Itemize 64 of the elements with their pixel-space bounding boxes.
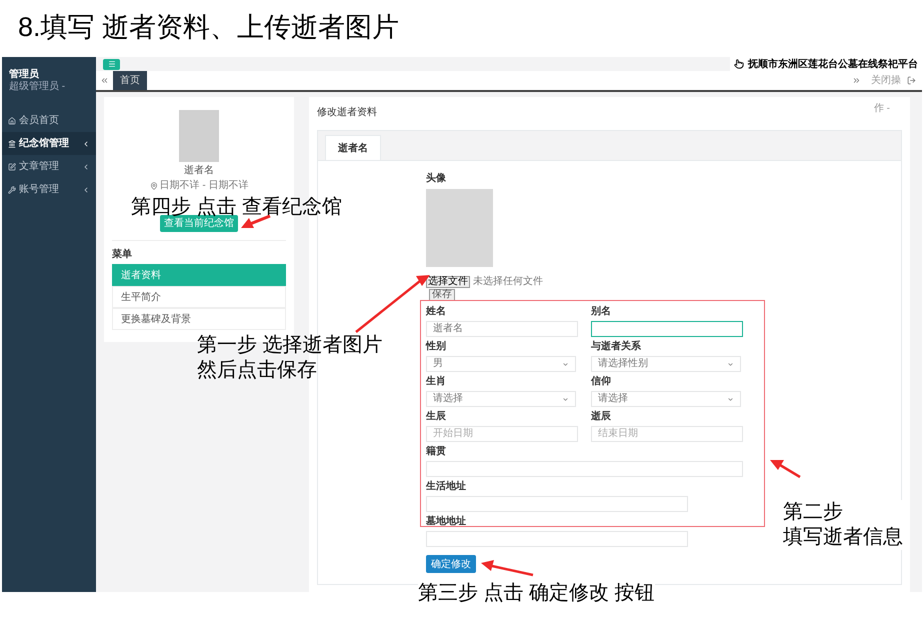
site-title: 抚顺市东洲区莲花台公墓在线祭祀平台	[748, 57, 918, 72]
photo-placeholder	[179, 110, 219, 162]
field-label: 墓地地址	[426, 516, 467, 528]
panel-title: 修改逝者资料	[317, 106, 377, 120]
select-field[interactable]: 请选择	[591, 391, 741, 407]
scroll-left-icon[interactable]	[100, 76, 109, 85]
caret-icon	[727, 360, 734, 368]
field-label: 别名	[591, 306, 612, 318]
form-tab[interactable]: 逝者名	[325, 135, 381, 160]
date-input[interactable]: 结束日期	[591, 426, 743, 442]
field-label: 性别	[426, 341, 447, 353]
field-label: 籍贯	[426, 446, 447, 458]
annotation-text: 第三步 点击 确定修改 按钮	[418, 581, 655, 606]
caret-icon	[562, 396, 569, 402]
select-field[interactable]: 请选择性别	[591, 356, 741, 372]
sidebar-item[interactable]: 会员首页	[2, 109, 96, 132]
page-tab[interactable]: 首页	[113, 71, 147, 90]
actions-dropdown[interactable]: 作 -	[874, 101, 890, 120]
annotation-text: 第一步 选择逝者图片	[197, 333, 383, 358]
pointer-hand-icon	[734, 59, 744, 69]
menu-toggle-button[interactable]	[103, 58, 120, 70]
pointer-arrow	[481, 560, 534, 576]
field-label: 生肖	[426, 376, 447, 388]
pointer-arrow	[770, 460, 801, 478]
select-field[interactable]: 男	[426, 356, 576, 372]
sidebar-item[interactable]: 纪念馆管理	[2, 132, 96, 155]
field-label: 姓名	[426, 306, 447, 318]
field-label: 逝辰	[591, 411, 612, 423]
page-heading: 8.填写 逝者资料、上传逝者图片	[18, 12, 400, 42]
avatar-label: 头像	[426, 172, 447, 186]
location-pin-icon	[150, 182, 158, 190]
file-status: 未选择任何文件	[473, 277, 543, 287]
pointer-arrow	[241, 214, 271, 228]
sidebar-item[interactable]: 账号管理	[2, 178, 96, 201]
view-memorial-button[interactable]: 查看当前纪念馆	[160, 215, 238, 232]
exit-icon[interactable]	[907, 76, 916, 85]
text-input[interactable]	[591, 321, 743, 337]
menu-title: 菜单	[112, 248, 132, 262]
field-label: 信仰	[591, 376, 612, 388]
caret-icon	[562, 360, 569, 368]
deceased-name: 逝者名	[184, 164, 214, 178]
field-label: 与逝者关系	[591, 341, 642, 353]
choose-file-button[interactable]: 选择文件	[426, 276, 470, 288]
close-tabs-link[interactable]: 关闭操	[871, 73, 901, 88]
annotation-text: 第四步 点击 查看纪念馆	[131, 195, 342, 218]
menu-item[interactable]: 生平简介	[112, 286, 286, 308]
menu-item[interactable]: 逝者资料	[112, 264, 286, 286]
sidebar-item[interactable]: 文章管理	[2, 155, 96, 178]
user-role: 超级管理员 -	[9, 81, 66, 93]
date-range: 日期不详 - 日期不详	[160, 178, 248, 193]
user-name: 管理员	[9, 69, 40, 80]
text-input[interactable]: 逝者名	[426, 321, 578, 337]
date-input[interactable]: 开始日期	[426, 426, 578, 442]
menu-item[interactable]: 更换墓碑及背景	[112, 308, 286, 330]
confirm-edit-button[interactable]: 确定修改	[426, 555, 476, 573]
caret-icon	[727, 396, 734, 402]
annotation-text: 填写逝者信息	[783, 525, 903, 550]
select-field[interactable]: 请选择	[426, 391, 576, 407]
field-label: 生活地址	[426, 481, 467, 493]
field-label: 生辰	[426, 411, 447, 423]
annotation-text: 第二步	[783, 500, 844, 525]
annotation-text: 然后点击保存	[197, 358, 318, 383]
save-button[interactable]: 保存	[429, 289, 455, 301]
scroll-right-icon[interactable]	[852, 76, 861, 85]
